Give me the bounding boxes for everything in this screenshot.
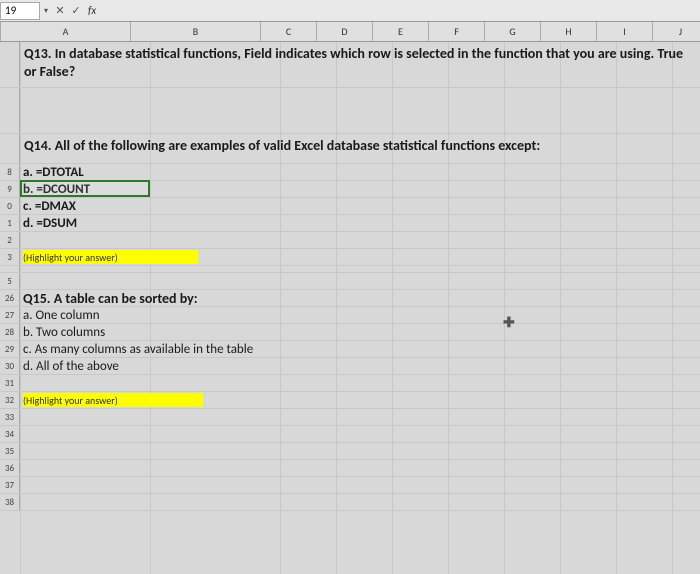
row-q15[interactable]: 26 Q15. A table can be sorted by: bbox=[0, 290, 700, 307]
col-header-g[interactable]: G bbox=[485, 22, 541, 41]
cell-q15-b[interactable]: b. Two columns bbox=[20, 324, 700, 340]
row-number[interactable]: 0 bbox=[0, 198, 20, 214]
row-blank[interactable]: 37 bbox=[0, 477, 700, 494]
highlight-label: (Highlight your answer) bbox=[23, 394, 118, 407]
row-blank[interactable]: 2 bbox=[0, 232, 700, 249]
fx-icon[interactable]: fx bbox=[84, 4, 100, 17]
row-number[interactable]: 37 bbox=[0, 477, 20, 493]
row-number[interactable]: 32 bbox=[0, 392, 20, 408]
row-number[interactable] bbox=[0, 88, 20, 133]
row-number[interactable]: 8 bbox=[0, 164, 20, 180]
cell[interactable] bbox=[20, 266, 700, 272]
row-q14-d[interactable]: 1 d. =DSUM bbox=[0, 215, 700, 232]
row-number[interactable]: 36 bbox=[0, 460, 20, 476]
row-number[interactable]: 30 bbox=[0, 358, 20, 374]
accept-icon[interactable]: ✓ bbox=[68, 4, 84, 17]
highlight-label: (Highlight your answer) bbox=[23, 251, 118, 264]
row-number[interactable]: 5 bbox=[0, 273, 20, 289]
row-blank[interactable]: 31 bbox=[0, 375, 700, 392]
cancel-icon[interactable]: ✕ bbox=[52, 4, 68, 17]
row-q14-c[interactable]: 0 c. =DMAX bbox=[0, 198, 700, 215]
selection-outline bbox=[20, 180, 150, 197]
row-number[interactable]: 27 bbox=[0, 307, 20, 323]
row-number[interactable] bbox=[0, 42, 20, 87]
cell[interactable] bbox=[20, 460, 700, 476]
cursor-icon: ✚ bbox=[503, 314, 515, 331]
cell-q15-a[interactable]: a. One column bbox=[20, 307, 700, 323]
row-blank[interactable]: 38 bbox=[0, 494, 700, 511]
row-number[interactable]: 31 bbox=[0, 375, 20, 391]
row-number[interactable]: 34 bbox=[0, 426, 20, 442]
cell-q13[interactable]: Q13. In database statistical functions, … bbox=[20, 42, 700, 87]
column-headers: A B C D E F G H I J K L bbox=[0, 22, 700, 42]
formula-bar: 19 ▾ ✕ ✓ fx bbox=[0, 0, 700, 22]
cell-q14-a[interactable]: a. =DTOTAL bbox=[20, 164, 700, 180]
row-highlight-1[interactable]: 3 (Highlight your answer) bbox=[0, 249, 700, 266]
cell-q14-stem[interactable]: Q14. All of the following are examples o… bbox=[20, 134, 700, 163]
row-number[interactable] bbox=[0, 134, 20, 163]
row-number[interactable]: 26 bbox=[0, 290, 20, 306]
cell-highlight[interactable]: (Highlight your answer) bbox=[20, 392, 700, 408]
row-blank[interactable]: 35 bbox=[0, 443, 700, 460]
cell[interactable] bbox=[20, 443, 700, 459]
row-highlight-2[interactable]: 32 (Highlight your answer) bbox=[0, 392, 700, 409]
row-number[interactable]: 2 bbox=[0, 232, 20, 248]
col-header-j[interactable]: J bbox=[653, 22, 700, 41]
row-blank[interactable]: 5 bbox=[0, 273, 700, 290]
row-number[interactable]: 33 bbox=[0, 409, 20, 425]
name-box[interactable]: 19 bbox=[0, 2, 40, 20]
row-blank[interactable]: 36 bbox=[0, 460, 700, 477]
cell[interactable] bbox=[20, 494, 700, 510]
col-header-i[interactable]: I bbox=[597, 22, 653, 41]
row-blank[interactable]: 34 bbox=[0, 426, 700, 443]
cell[interactable] bbox=[20, 409, 700, 425]
col-header-h[interactable]: H bbox=[541, 22, 597, 41]
row-number[interactable]: 29 bbox=[0, 341, 20, 357]
cell[interactable] bbox=[20, 232, 700, 248]
row-number[interactable]: 1 bbox=[0, 215, 20, 231]
row-q15-c[interactable]: 29 c. As many columns as available in th… bbox=[0, 341, 700, 358]
cell[interactable] bbox=[20, 375, 700, 391]
cell-q15-d[interactable]: d. All of the above bbox=[20, 358, 700, 374]
row-blank[interactable]: 33 bbox=[0, 409, 700, 426]
cell[interactable] bbox=[20, 477, 700, 493]
cell-q14-d[interactable]: d. =DSUM bbox=[20, 215, 700, 231]
col-header-b[interactable]: B bbox=[131, 22, 261, 41]
row-q15-a[interactable]: 27 a. One column bbox=[0, 307, 700, 324]
cell-q15-c[interactable]: c. As many columns as available in the t… bbox=[20, 341, 700, 357]
spreadsheet-grid[interactable]: Q13. In database statistical functions, … bbox=[0, 42, 700, 574]
row-number[interactable] bbox=[0, 266, 20, 272]
col-header-a[interactable]: A bbox=[1, 22, 131, 41]
row-number[interactable]: 28 bbox=[0, 324, 20, 340]
cell-q15-stem[interactable]: Q15. A table can be sorted by: bbox=[20, 290, 700, 306]
cell-highlight[interactable]: (Highlight your answer) bbox=[20, 249, 700, 265]
row-q15-d[interactable]: 30 d. All of the above bbox=[0, 358, 700, 375]
col-header-d[interactable]: D bbox=[317, 22, 373, 41]
row-number[interactable]: 38 bbox=[0, 494, 20, 510]
name-box-dropdown[interactable]: ▾ bbox=[40, 6, 52, 16]
cell[interactable] bbox=[20, 273, 700, 289]
col-header-c[interactable]: C bbox=[261, 22, 317, 41]
cell[interactable] bbox=[20, 426, 700, 442]
row-q14[interactable]: Q14. All of the following are examples o… bbox=[0, 134, 700, 164]
row-q14-b[interactable]: 9 b. =DCOUNT bbox=[0, 181, 700, 198]
row-q15-b[interactable]: 28 b. Two columns bbox=[0, 324, 700, 341]
row-number[interactable]: 35 bbox=[0, 443, 20, 459]
row-blank[interactable] bbox=[0, 88, 700, 134]
row-blank[interactable] bbox=[0, 266, 700, 273]
row-q14-a[interactable]: 8 a. =DTOTAL bbox=[0, 164, 700, 181]
row-number[interactable]: 9 bbox=[0, 181, 20, 197]
row-q13[interactable]: Q13. In database statistical functions, … bbox=[0, 42, 700, 88]
col-header-e[interactable]: E bbox=[373, 22, 429, 41]
cell-q14-c[interactable]: c. =DMAX bbox=[20, 198, 700, 214]
row-number[interactable]: 3 bbox=[0, 249, 20, 265]
col-header-f[interactable]: F bbox=[429, 22, 485, 41]
cell[interactable] bbox=[20, 88, 700, 133]
